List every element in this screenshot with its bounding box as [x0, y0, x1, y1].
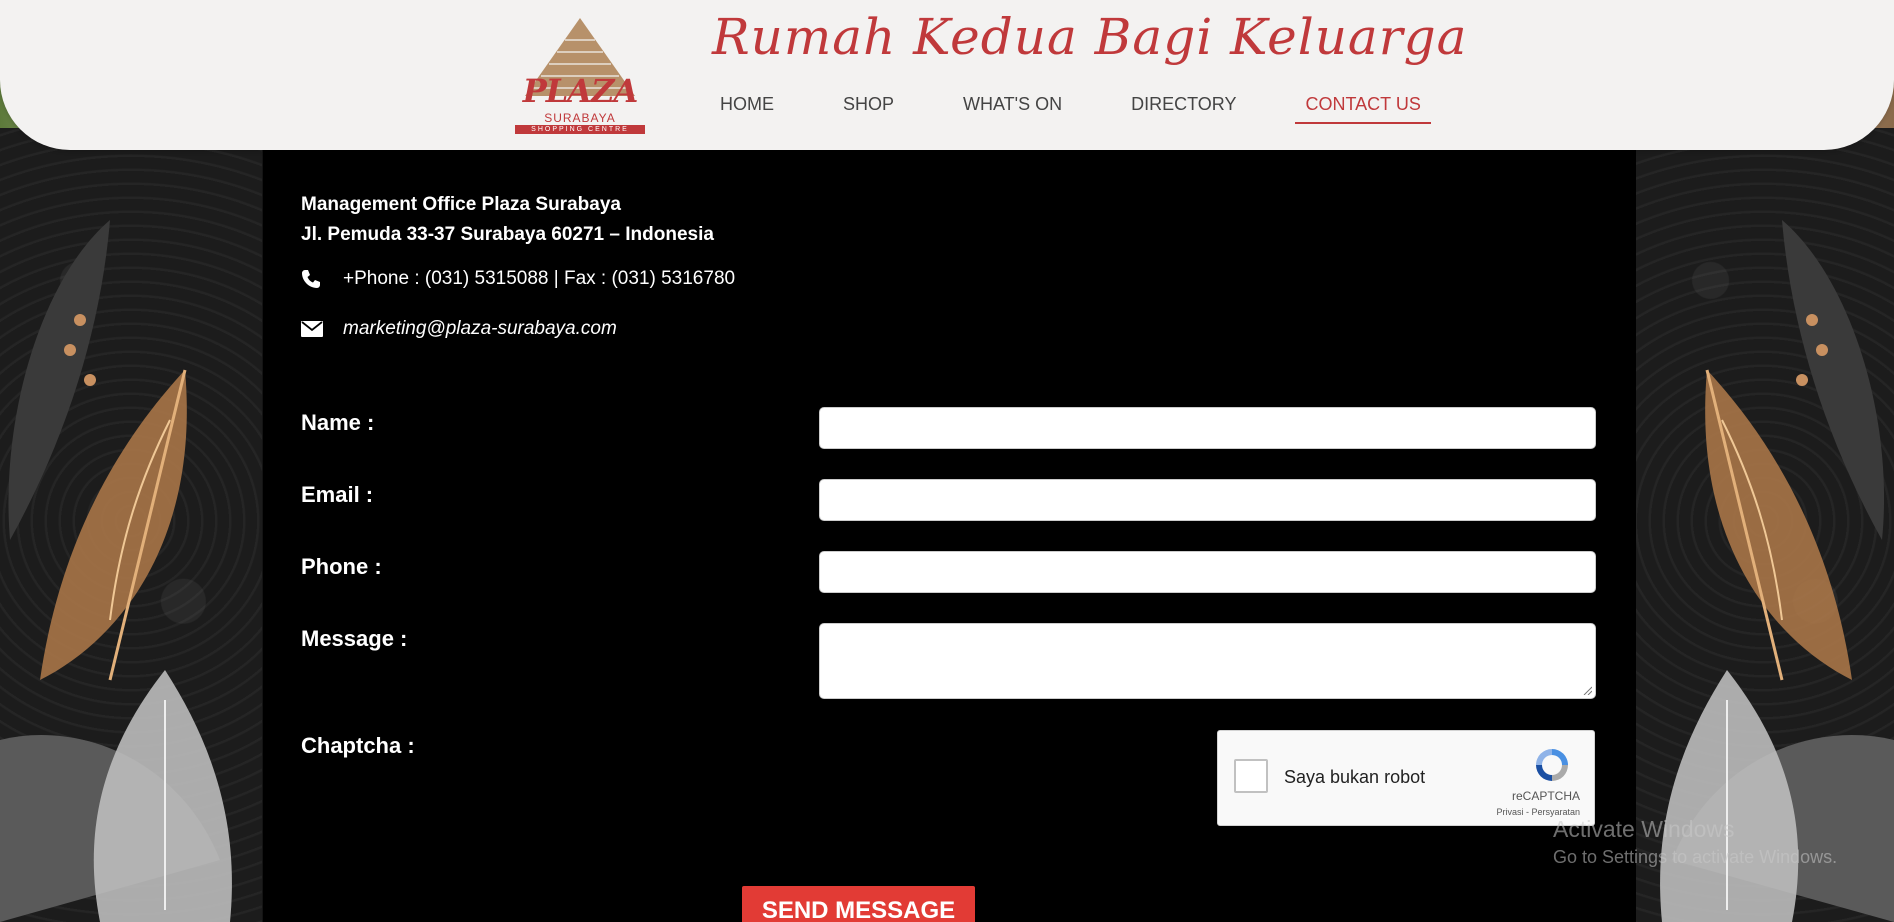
watermark-subtitle: Go to Settings to activate Windows. [1553, 847, 1838, 867]
office-address-block: Management Office Plaza Surabaya Jl. Pem… [301, 190, 714, 250]
envelope-icon [301, 317, 329, 341]
email-label: Email : [301, 482, 374, 507]
watermark-title: Activate Windows [1553, 816, 1735, 842]
office-name: Management Office Plaza Surabaya [301, 194, 621, 215]
plaza-surabaya-logo[interactable]: PLAZA SURABAYA SHOPPING CENTRE [505, 16, 655, 134]
phone-label: Phone : [301, 554, 382, 579]
message-label: Message : [301, 626, 408, 651]
contact-panel: Management Office Plaza Surabaya Jl. Pem… [263, 150, 1636, 922]
left-decorative-background [0, 120, 262, 922]
nav-whats-on[interactable]: WHAT'S ON [953, 92, 1072, 124]
nav-directory[interactable]: DIRECTORY [1121, 92, 1246, 124]
site-header: Rumah Kedua Bagi Keluarga PLAZA SURABAYA… [0, 0, 1894, 150]
logo-subtitle: SURABAYA [544, 111, 616, 125]
windows-activation-watermark: Activate Windows Go to Settings to activ… [1553, 816, 1837, 868]
name-label: Name : [301, 410, 375, 435]
tagline: Rumah Kedua Bagi Keluarga [712, 8, 1468, 66]
phone-row: +Phone : (031) 5315088 | Fax : (031) 531… [301, 267, 735, 291]
send-message-button[interactable]: SEND MESSAGE [742, 886, 975, 922]
batik-ornament-left [0, 220, 232, 922]
logo-wordmark: PLAZA [522, 72, 639, 110]
email-link[interactable]: marketing@plaza-surabaya.com [343, 318, 617, 340]
recaptcha-label: Saya bukan robot [1284, 767, 1426, 787]
resize-grip-icon[interactable] [1582, 685, 1592, 695]
right-decorative-background [1632, 120, 1894, 922]
nav-contact-us[interactable]: CONTACT US [1295, 92, 1431, 124]
batik-ornament-right [1660, 220, 1894, 922]
nav-home[interactable]: HOME [710, 92, 784, 124]
recaptcha-widget: Saya bukan robot reCAPTCHA Privasi - Per… [1217, 730, 1595, 826]
logo-band: SHOPPING CENTRE [515, 125, 645, 134]
recaptcha-logo-icon [1536, 749, 1568, 781]
message-textarea[interactable] [819, 623, 1596, 699]
phone-fax-text: +Phone : (031) 5315088 | Fax : (031) 531… [343, 268, 736, 289]
captcha-label: Chaptcha : [301, 733, 415, 758]
nav-shop[interactable]: SHOP [833, 92, 904, 124]
phone-input[interactable] [819, 551, 1596, 593]
main-navigation: HOME SHOP WHAT'S ON DIRECTORY CONTACT US [710, 92, 1480, 124]
recaptcha-checkbox[interactable] [1234, 759, 1268, 793]
phone-icon [301, 267, 329, 291]
office-address: Jl. Pemuda 33-37 Surabaya 60271 – Indone… [301, 224, 714, 245]
name-input[interactable] [819, 407, 1596, 449]
email-row: marketing@plaza-surabaya.com [301, 317, 617, 341]
email-input[interactable] [819, 479, 1596, 521]
recaptcha-brand: reCAPTCHA [1511, 789, 1580, 803]
